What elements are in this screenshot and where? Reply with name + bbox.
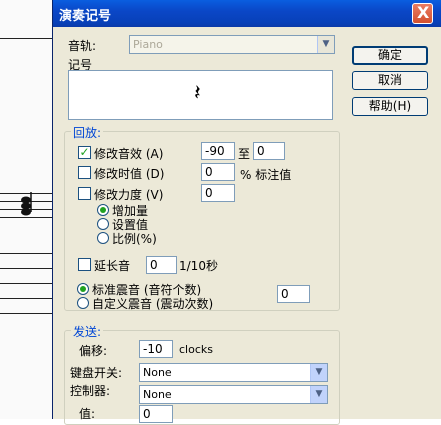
value-label: 值:	[79, 407, 96, 421]
rest-glyph: 𝄽	[194, 81, 201, 106]
offset-input[interactable]: -10	[139, 340, 173, 358]
staff-line	[0, 38, 58, 39]
close-button[interactable]: X	[412, 3, 433, 24]
duration-checkbox[interactable]	[78, 166, 91, 179]
force-mode-ratio-radio[interactable]	[97, 232, 109, 244]
performance-marks-dialog: 演奏记号 X 音轨: Piano ▼ 记号 𝄽 确定 取消 帮助(H) 回放: …	[52, 0, 441, 425]
duration-label: 修改时值 (D)	[94, 167, 165, 181]
controller-value: None	[143, 388, 172, 401]
title-bar[interactable]: 演奏记号 X	[53, 0, 441, 27]
ok-button[interactable]: 确定	[352, 46, 428, 65]
force-mode-ratio-label: 比例(%)	[112, 232, 157, 246]
staff-line	[0, 313, 58, 314]
send-group-title: 发送:	[71, 323, 104, 340]
chevron-down-icon: ▼	[317, 36, 334, 53]
staff-line	[0, 268, 58, 269]
sustain-checkbox[interactable]	[78, 258, 91, 271]
sustain-input[interactable]: 0	[146, 256, 177, 274]
sustain-unit: 1/10秒	[179, 259, 218, 273]
playback-group-title: 回放:	[71, 124, 104, 141]
force-checkbox[interactable]	[78, 187, 91, 200]
controller-select[interactable]: None ▼	[139, 385, 328, 404]
track-label: 音轨:	[68, 39, 97, 53]
offset-label: 偏移:	[79, 344, 108, 358]
sustain-label: 延长音	[94, 259, 131, 273]
force-mode-set-radio[interactable]	[97, 218, 109, 230]
chevron-down-icon: ▼	[310, 386, 327, 403]
key-switch-value: None	[143, 366, 172, 379]
force-mode-increase-radio[interactable]	[97, 204, 109, 216]
chord-note-cluster[interactable]	[20, 192, 34, 216]
value-input[interactable]: 0	[139, 405, 173, 423]
symbol-preview: 𝄽	[68, 70, 333, 120]
offset-unit: clocks	[179, 343, 213, 356]
staff-line	[0, 253, 58, 254]
force-label: 修改力度 (V)	[94, 188, 164, 202]
dialog-title: 演奏记号	[59, 9, 112, 24]
tremolo-standard-radio[interactable]	[77, 283, 89, 295]
staff-line	[0, 217, 58, 218]
controller-label: 控制器:	[70, 384, 111, 398]
key-switch-select[interactable]: None ▼	[139, 363, 328, 382]
tremolo-custom-radio[interactable]	[77, 297, 89, 309]
velocity-label: 修改音效 (A)	[94, 147, 164, 161]
chevron-down-icon: ▼	[310, 364, 327, 381]
staff-line	[0, 283, 58, 284]
force-input[interactable]: 0	[201, 184, 235, 202]
help-button[interactable]: 帮助(H)	[352, 97, 428, 116]
velocity-from-input[interactable]: -90	[201, 142, 235, 160]
duration-suffix: % 标注值	[240, 168, 292, 182]
velocity-checkbox[interactable]: ✓	[78, 146, 91, 159]
duration-input[interactable]: 0	[201, 163, 235, 181]
close-icon: X	[417, 3, 430, 22]
tremolo-custom-label: 自定义震音 (震动次数)	[92, 297, 214, 311]
staff-line	[0, 298, 58, 299]
tremolo-input[interactable]: 0	[277, 285, 310, 303]
track-select[interactable]: Piano ▼	[129, 35, 335, 54]
key-switch-label: 键盘开关:	[70, 366, 123, 380]
cancel-button[interactable]: 取消	[352, 71, 428, 90]
velocity-to-input[interactable]: 0	[253, 142, 285, 160]
track-value: Piano	[133, 38, 163, 51]
velocity-to-label: 至	[238, 147, 251, 161]
